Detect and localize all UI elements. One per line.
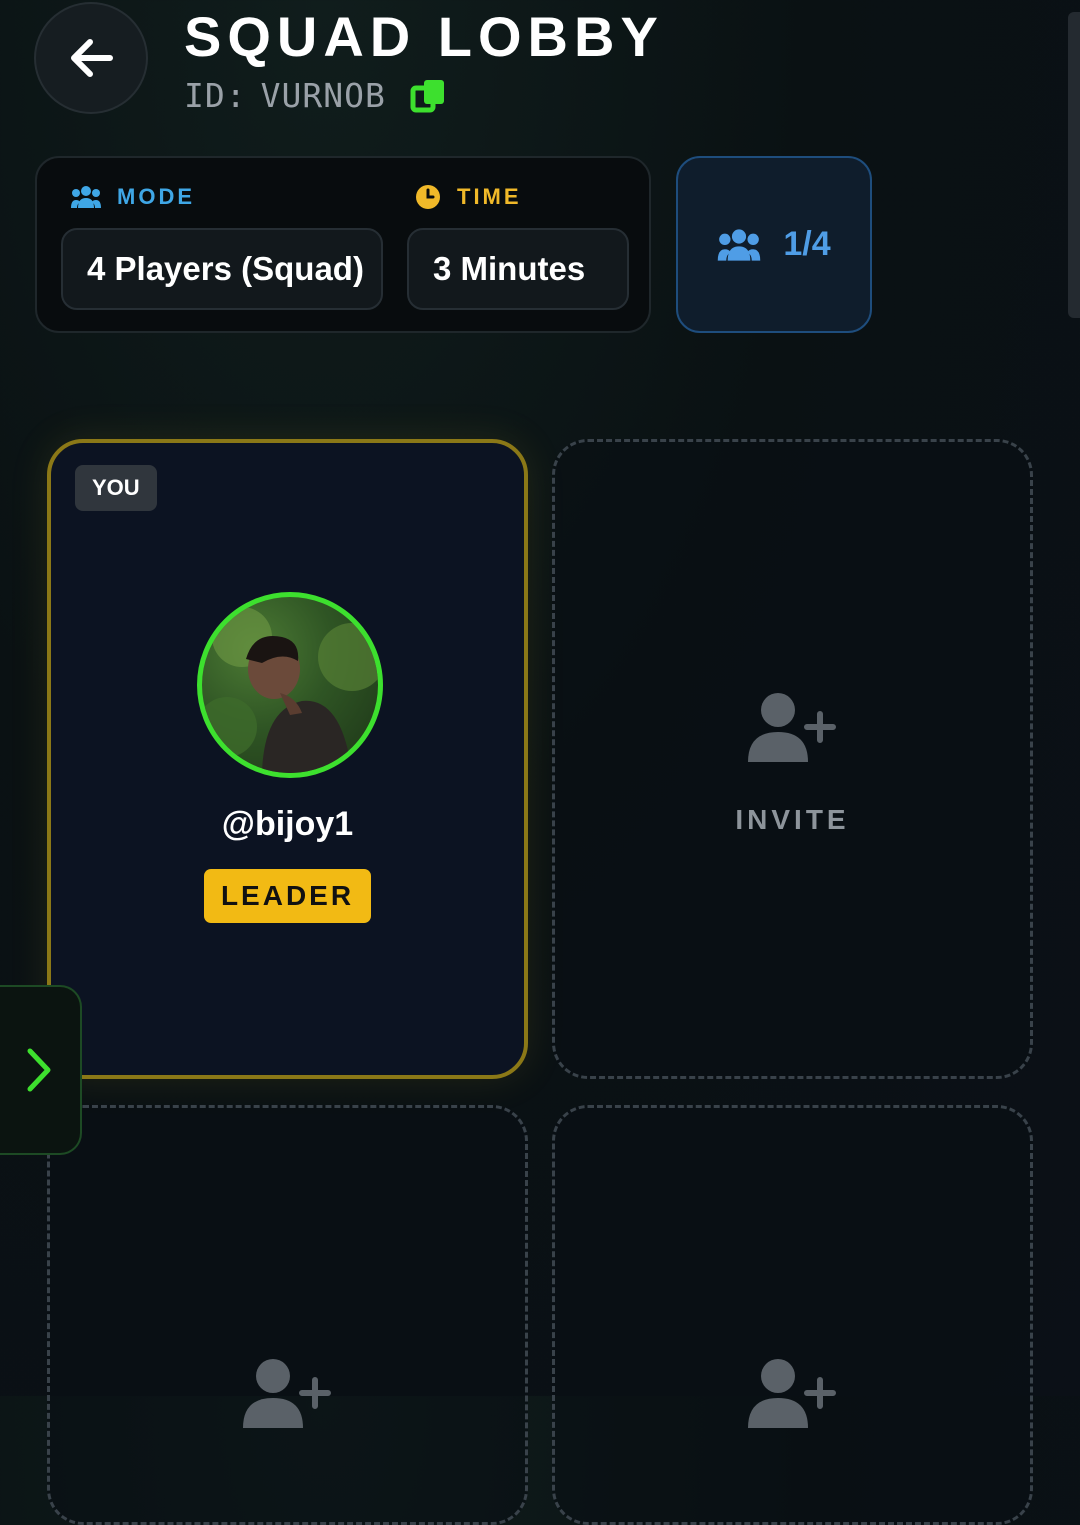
- users-icon: [718, 228, 761, 261]
- chevron-right-icon: [27, 1048, 51, 1092]
- player-count-text: 1/4: [783, 225, 831, 263]
- player-count-badge: 1/4: [676, 156, 872, 333]
- empty-slot[interactable]: [47, 1105, 528, 1525]
- back-button[interactable]: [34, 2, 148, 114]
- invite-label: INVITE: [735, 804, 850, 835]
- avatar: [197, 592, 383, 778]
- lobby-id: ID: VURNOB: [184, 76, 446, 115]
- time-select[interactable]: 3 Minutes: [407, 228, 629, 310]
- side-panel-toggle[interactable]: [0, 985, 82, 1155]
- user-plus-icon: [242, 1359, 331, 1428]
- user-plus-icon: [747, 693, 836, 762]
- time-label: TIME: [457, 184, 522, 209]
- users-icon: [71, 186, 101, 208]
- invite-slot[interactable]: INVITE: [552, 439, 1033, 1079]
- page-title: SQUAD LOBBY: [184, 5, 664, 68]
- empty-slot[interactable]: [552, 1105, 1033, 1525]
- user-plus-icon: [747, 1359, 836, 1428]
- you-badge: YOU: [75, 465, 157, 511]
- time-heading: TIME: [415, 184, 522, 210]
- lobby-id-value: VURNOB: [260, 76, 386, 115]
- player-username: @bijoy1: [221, 805, 354, 843]
- clock-icon: [416, 185, 440, 209]
- player-card-leader: YOU @bijoy1 LEADER: [47, 439, 528, 1079]
- lobby-id-label: ID:: [184, 76, 247, 115]
- leader-badge: LEADER: [204, 869, 371, 923]
- mode-label: MODE: [117, 184, 195, 209]
- lobby-settings-panel: MODE TIME 4 Players (Squad) 3 Minutes: [35, 156, 651, 333]
- scrollbar[interactable]: [1068, 12, 1080, 318]
- copy-icon[interactable]: [410, 78, 446, 114]
- mode-select[interactable]: 4 Players (Squad): [61, 228, 383, 310]
- arrow-left-icon: [71, 39, 113, 77]
- mode-heading: MODE: [71, 184, 195, 210]
